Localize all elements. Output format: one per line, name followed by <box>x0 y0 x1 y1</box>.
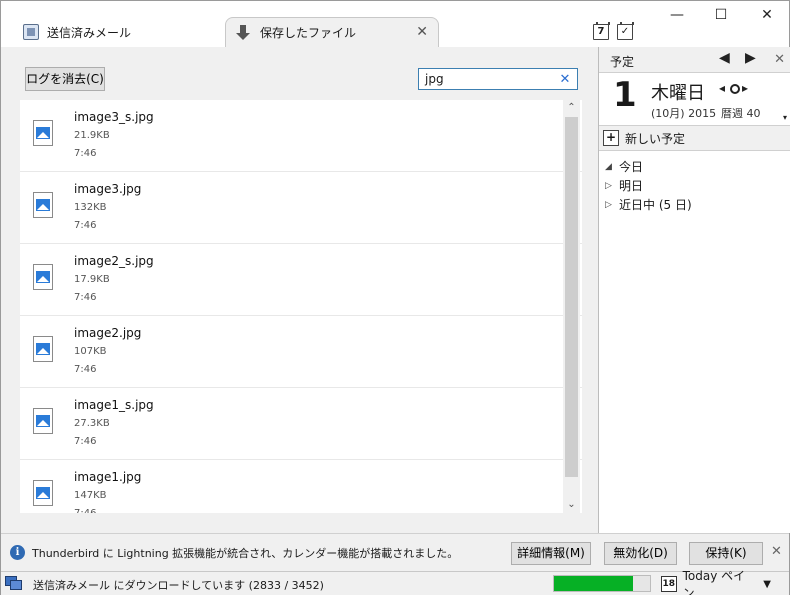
search-input[interactable]: jpg ✕ <box>418 68 578 90</box>
mini-day: 1 木曜日 ◂ ▸ (10月) 2015 暦週 40 ▾ <box>599 73 790 125</box>
download-icon <box>236 24 252 41</box>
file-name: image2.jpg <box>74 326 142 340</box>
image-file-icon <box>33 336 53 362</box>
notification-close-icon[interactable]: ✕ <box>771 544 782 559</box>
chevron-down-icon[interactable]: ▾ <box>783 113 787 122</box>
file-name: image2_s.jpg <box>74 254 154 268</box>
chevron-down-icon[interactable]: ▼ <box>763 579 771 590</box>
image-file-icon <box>33 264 53 290</box>
tab-sent-mail[interactable]: 送信済みメール <box>23 17 223 47</box>
today-pane-title: 予定 <box>610 55 635 69</box>
maximize-button[interactable]: ☐ <box>707 5 735 25</box>
file-size: 17.9KB <box>74 274 110 285</box>
notification-text: Thunderbird に Lightning 拡張機能が統合され、カレンダー機… <box>32 547 459 560</box>
next-view-icon[interactable]: ▶ <box>745 50 756 66</box>
today-pane-label: Today ペイン <box>682 569 746 595</box>
expand-toggle-icon[interactable]: ▷ <box>605 181 619 191</box>
next-day-icon[interactable]: ▸ <box>742 81 751 95</box>
scroll-up-icon[interactable]: ⌃ <box>563 100 580 116</box>
scroll-down-icon[interactable]: ⌄ <box>563 497 580 513</box>
tab-close-icon[interactable]: ✕ <box>416 24 428 40</box>
download-item[interactable]: image2.jpg 107KB 7:46 <box>20 316 582 388</box>
calendar-day-icon: 18 <box>661 576 677 592</box>
status-text: 送信済みメール にダウンロードしています (2833 / 3452) <box>33 579 324 592</box>
weekday-label: 木曜日 <box>651 83 705 104</box>
file-name: image3_s.jpg <box>74 110 154 124</box>
download-item[interactable]: image3_s.jpg 21.9KB 7:46 <box>20 100 582 172</box>
file-time: 7:46 <box>74 148 97 159</box>
file-time: 7:46 <box>74 292 97 303</box>
new-event-label: 新しい予定 <box>625 131 686 146</box>
file-time: 7:46 <box>74 220 97 231</box>
disable-button[interactable]: 無効化(D) <box>604 542 677 565</box>
progress-fill <box>554 576 633 591</box>
tab-label: 保存したファイル <box>260 26 357 40</box>
image-file-icon <box>33 192 53 218</box>
close-window-button[interactable]: ✕ <box>753 5 781 25</box>
image-file-icon <box>33 480 53 506</box>
status-bar: 送信済みメール にダウンロードしています (2833 / 3452) 18 To… <box>1 569 789 595</box>
agenda-item[interactable]: ◢ 今日 <box>599 157 790 176</box>
mail-folder-icon <box>23 24 39 40</box>
agenda-label: 近日中 (5 日) <box>619 198 692 212</box>
network-icon <box>5 576 22 590</box>
agenda-label: 明日 <box>619 179 644 193</box>
download-item[interactable]: image1.jpg 147KB 7:46 <box>20 460 582 513</box>
file-time: 7:46 <box>74 436 97 447</box>
agenda-item[interactable]: ▷ 近日中 (5 日) <box>599 195 790 214</box>
agenda-label: 今日 <box>619 160 644 174</box>
app-window: 送信済みメール 保存したファイル ✕ 7 ✓ — ☐ ✕ ログを消去(C) jp… <box>0 0 790 595</box>
today-pane-close-icon[interactable]: ✕ <box>774 52 785 67</box>
calendar-week: 暦週 40 <box>721 107 761 120</box>
file-size: 21.9KB <box>74 130 110 141</box>
list-scrollbar[interactable]: ⌃ ⌄ <box>563 100 580 513</box>
title-bar: 送信済みメール 保存したファイル ✕ 7 ✓ — ☐ ✕ <box>1 1 789 47</box>
agenda-list: ◢ 今日 ▷ 明日 ▷ 近日中 (5 日) <box>599 157 790 214</box>
minimize-button[interactable]: — <box>663 5 691 25</box>
details-button[interactable]: 詳細情報(M) <box>511 542 591 565</box>
new-event-icon: + <box>603 130 619 146</box>
day-number: 1 <box>613 75 637 115</box>
today-pane-header: 予定 ◀ ▶ ✕ <box>599 47 790 73</box>
calendar-icon[interactable]: 7 <box>593 22 610 40</box>
file-size: 27.3KB <box>74 418 110 429</box>
scroll-thumb[interactable] <box>565 117 578 477</box>
today-pane-toggle[interactable]: 18 Today ペイン ▼ <box>661 569 771 595</box>
downloads-panel: ログを消去(C) jpg ✕ image3_s.jpg 21.9KB 7:46 ima… <box>1 47 598 533</box>
info-icon: i <box>10 545 25 560</box>
clear-log-button[interactable]: ログを消去(C) <box>25 67 105 91</box>
file-name: image1_s.jpg <box>74 398 154 412</box>
search-clear-icon[interactable]: ✕ <box>557 72 573 87</box>
expand-toggle-icon[interactable]: ▷ <box>605 200 619 210</box>
today-icon[interactable] <box>730 83 741 94</box>
day-nav[interactable]: ◂ ▸ <box>719 81 751 95</box>
agenda-item[interactable]: ▷ 明日 <box>599 176 790 195</box>
file-name: image3.jpg <box>74 182 142 196</box>
tab-saved-files[interactable]: 保存したファイル ✕ <box>225 17 439 47</box>
notification-bar: i Thunderbird に Lightning 拡張機能が統合され、カレンダ… <box>1 533 789 571</box>
file-time: 7:46 <box>74 508 96 513</box>
file-size: 107KB <box>74 346 107 357</box>
month-year: (10月) 2015 <box>651 107 717 120</box>
file-size: 147KB <box>74 490 107 501</box>
tab-label: 送信済みメール <box>47 25 132 40</box>
download-item[interactable]: image2_s.jpg 17.9KB 7:46 <box>20 244 582 316</box>
search-input-value[interactable]: jpg <box>425 72 557 86</box>
prev-day-icon[interactable]: ◂ <box>719 81 728 95</box>
keep-button[interactable]: 保持(K) <box>689 542 763 565</box>
file-size: 132KB <box>74 202 107 213</box>
prev-view-icon[interactable]: ◀ <box>719 50 730 66</box>
today-pane: 予定 ◀ ▶ ✕ 1 木曜日 ◂ ▸ (10月) 2015 暦週 40 ▾ + 新… <box>598 47 790 533</box>
download-progress <box>553 575 651 592</box>
download-list: image3_s.jpg 21.9KB 7:46 image3.jpg 132KB 7:4… <box>20 100 582 513</box>
expand-toggle-icon[interactable]: ◢ <box>605 162 619 172</box>
download-item[interactable]: image3.jpg 132KB 7:46 <box>20 172 582 244</box>
file-time: 7:46 <box>74 364 97 375</box>
download-item[interactable]: image1_s.jpg 27.3KB 7:46 <box>20 388 582 460</box>
tasks-icon[interactable]: ✓ <box>617 22 634 40</box>
image-file-icon <box>33 408 53 434</box>
file-name: image1.jpg <box>74 470 142 484</box>
new-event-button[interactable]: + 新しい予定 <box>599 125 790 151</box>
image-file-icon <box>33 120 53 146</box>
